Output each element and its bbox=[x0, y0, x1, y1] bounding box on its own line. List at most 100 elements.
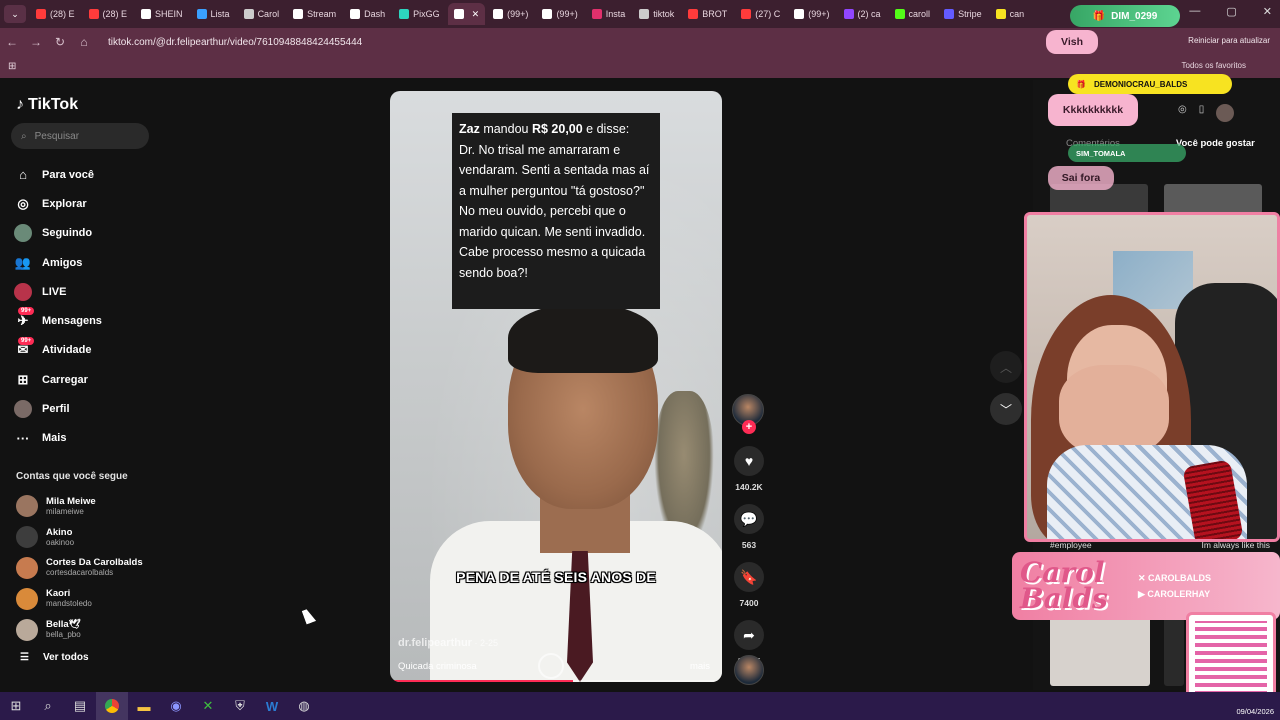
browser-tab[interactable]: Stream bbox=[287, 3, 342, 25]
browser-tab[interactable]: ✕ bbox=[447, 3, 486, 25]
save-action[interactable]: 🔖 7400 bbox=[732, 562, 766, 608]
obs-icon[interactable]: ◍ bbox=[288, 692, 320, 720]
comment-action[interactable]: 💬 563 bbox=[732, 504, 766, 550]
tab-favicon-icon bbox=[493, 9, 504, 19]
next-video-button[interactable]: ﹀ bbox=[990, 393, 1022, 425]
browser-tab[interactable]: (27) C bbox=[735, 3, 786, 25]
followed-account[interactable]: Mila Meiwe milameiwe bbox=[16, 491, 156, 522]
url-field[interactable]: tiktok.com/@dr.felipearthur/video/761094… bbox=[108, 37, 1280, 48]
tab-favicon-icon bbox=[894, 9, 905, 19]
browser-tab[interactable]: Carol bbox=[238, 3, 286, 25]
minimize-icon[interactable]: — bbox=[1189, 5, 1200, 18]
donation-amount: R$ 20,00 bbox=[531, 122, 583, 136]
tab-favicon-icon bbox=[542, 9, 553, 19]
browser-tab[interactable]: caroll bbox=[889, 3, 937, 25]
tab-search-button[interactable]: ⌄ bbox=[4, 5, 26, 23]
browser-tab[interactable]: Insta bbox=[586, 3, 632, 25]
video-more-link[interactable]: mais bbox=[690, 661, 710, 672]
back-icon[interactable]: ← bbox=[0, 35, 24, 49]
phone-icon[interactable]: ▯ bbox=[1199, 104, 1205, 122]
browser-tab[interactable]: tiktok bbox=[633, 3, 680, 25]
browser-tab[interactable]: Stripe bbox=[938, 3, 988, 25]
browser-tab[interactable]: SHEIN bbox=[135, 3, 189, 25]
windows-start-icon[interactable]: ⊞ bbox=[0, 692, 32, 720]
heart-icon[interactable]: ♥ bbox=[734, 446, 764, 476]
like-action[interactable]: ♥ 140.2K bbox=[732, 446, 766, 492]
author-avatar[interactable]: + bbox=[732, 394, 764, 434]
browser-tab[interactable]: (99+) bbox=[487, 3, 534, 25]
followed-account[interactable]: Akino oakinoo bbox=[16, 522, 156, 553]
browser-tab[interactable]: (28) E bbox=[83, 3, 134, 25]
video-author-line[interactable]: dr.felipearthur · 2-25 bbox=[398, 637, 498, 649]
followed-account[interactable]: Kaori mandstoledo bbox=[16, 583, 156, 614]
shield-icon[interactable]: ⛨ bbox=[224, 692, 256, 720]
browser-tab[interactable]: (99+) bbox=[536, 3, 583, 25]
user-avatar[interactable] bbox=[1216, 104, 1235, 122]
compass-icon[interactable]: ◎ bbox=[1178, 104, 1187, 122]
forward-icon[interactable]: → bbox=[24, 35, 48, 49]
social-yt-handle: CAROLERHAY bbox=[1147, 589, 1211, 599]
music-disc-avatar[interactable] bbox=[734, 655, 764, 685]
browser-tab[interactable]: (99+) bbox=[788, 3, 835, 25]
tiktok-note-icon: ♪ bbox=[16, 96, 24, 113]
follow-plus-icon[interactable]: + bbox=[742, 420, 756, 434]
discord-icon[interactable]: ◉ bbox=[160, 692, 192, 720]
file-explorer-icon[interactable]: ▬ bbox=[128, 692, 160, 720]
close-icon[interactable]: ✕ bbox=[1263, 5, 1272, 18]
reload-icon[interactable]: ↻ bbox=[48, 35, 72, 49]
account-name: Mila Meiwe bbox=[46, 495, 96, 507]
task-view-icon[interactable]: ▤ bbox=[64, 692, 96, 720]
nav-item[interactable]: ✉ 99+ Atividade bbox=[14, 336, 154, 365]
video-player[interactable]: Zaz mandou R$ 20,00 e disse: Dr. No tris… bbox=[390, 91, 722, 682]
tab-you-may-like[interactable]: Você pode gostar bbox=[1176, 138, 1255, 149]
browser-tab[interactable]: PixGG bbox=[393, 3, 446, 25]
tiktok-logo[interactable]: ♪ TikTok bbox=[16, 96, 78, 114]
browser-tab[interactable]: can bbox=[990, 3, 1031, 25]
nav-item[interactable]: ◎ Explorar bbox=[14, 189, 154, 218]
nav-item[interactable]: ⌂ Para você bbox=[14, 160, 154, 189]
nav-item[interactable]: Perfil bbox=[14, 394, 154, 423]
video-author[interactable]: dr.felipearthur bbox=[398, 637, 472, 649]
browser-tab[interactable]: Lista bbox=[191, 3, 236, 25]
browser-tab[interactable]: BROT bbox=[682, 3, 733, 25]
search-input[interactable]: ⌕ Pesquisar bbox=[11, 123, 149, 149]
xbox-icon[interactable]: ✕ bbox=[192, 692, 224, 720]
suggested-thumbnail[interactable] bbox=[1164, 184, 1262, 214]
tiktok-logo-text: TikTok bbox=[28, 96, 79, 113]
nav-item[interactable]: ··· Mais bbox=[14, 424, 154, 453]
video-progress-bar[interactable] bbox=[390, 680, 722, 682]
tab-label: caroll bbox=[908, 9, 931, 19]
share-icon[interactable]: ➦ bbox=[734, 620, 764, 650]
comment-icon[interactable]: 💬 bbox=[734, 504, 764, 534]
nav-item[interactable]: Seguindo bbox=[14, 219, 154, 248]
home-icon[interactable]: ⌂ bbox=[72, 35, 96, 49]
suggested-thumbnail[interactable] bbox=[1050, 612, 1150, 686]
nav-item[interactable]: 👥 Amigos bbox=[14, 248, 154, 277]
word-icon[interactable]: W bbox=[256, 692, 288, 720]
tab-favicon-icon bbox=[36, 9, 46, 19]
chrome-icon[interactable] bbox=[96, 692, 128, 720]
followed-account[interactable]: Bella🕊 bella_pbo bbox=[16, 614, 156, 645]
maximize-icon[interactable]: ▢ bbox=[1226, 5, 1236, 18]
all-favorites[interactable]: Todos os favoritos bbox=[1182, 61, 1246, 70]
close-tab-icon[interactable]: ✕ bbox=[472, 9, 480, 20]
previous-video-button[interactable]: ︿ bbox=[990, 351, 1022, 383]
followed-account[interactable]: Cortes Da Carolbalds cortesdacarolbalds bbox=[16, 553, 156, 584]
bookmark-icon[interactable]: 🔖 bbox=[734, 562, 764, 592]
apps-grid-icon[interactable]: ⊞ bbox=[8, 61, 16, 72]
taskbar-date: 09/04/2026 bbox=[1236, 707, 1274, 716]
account-username: mandstoledo bbox=[46, 599, 92, 609]
browser-tab[interactable]: Dash bbox=[344, 3, 391, 25]
nav-item[interactable]: ⊞ Carregar bbox=[14, 365, 154, 394]
suggested-thumbnail[interactable] bbox=[1164, 612, 1184, 686]
browser-tab[interactable]: (28) E bbox=[30, 3, 81, 25]
restart-to-update-button[interactable]: Reiniciar para atualizar bbox=[1188, 36, 1270, 45]
see-all-link[interactable]: ☰ Ver todos bbox=[20, 652, 89, 663]
tab-label: (27) C bbox=[755, 9, 781, 19]
browser-tab[interactable]: (2) ca bbox=[838, 3, 887, 25]
search-icon[interactable]: ⌕ bbox=[32, 692, 64, 720]
nav-item[interactable]: LIVE bbox=[14, 277, 154, 306]
nav-item[interactable]: ✈ 99+ Mensagens bbox=[14, 306, 154, 335]
chat-text: Sai fora bbox=[1061, 172, 1101, 184]
brand-socials: ✕ CAROLBALDS ▶ CAROLERHAY bbox=[1138, 570, 1211, 602]
